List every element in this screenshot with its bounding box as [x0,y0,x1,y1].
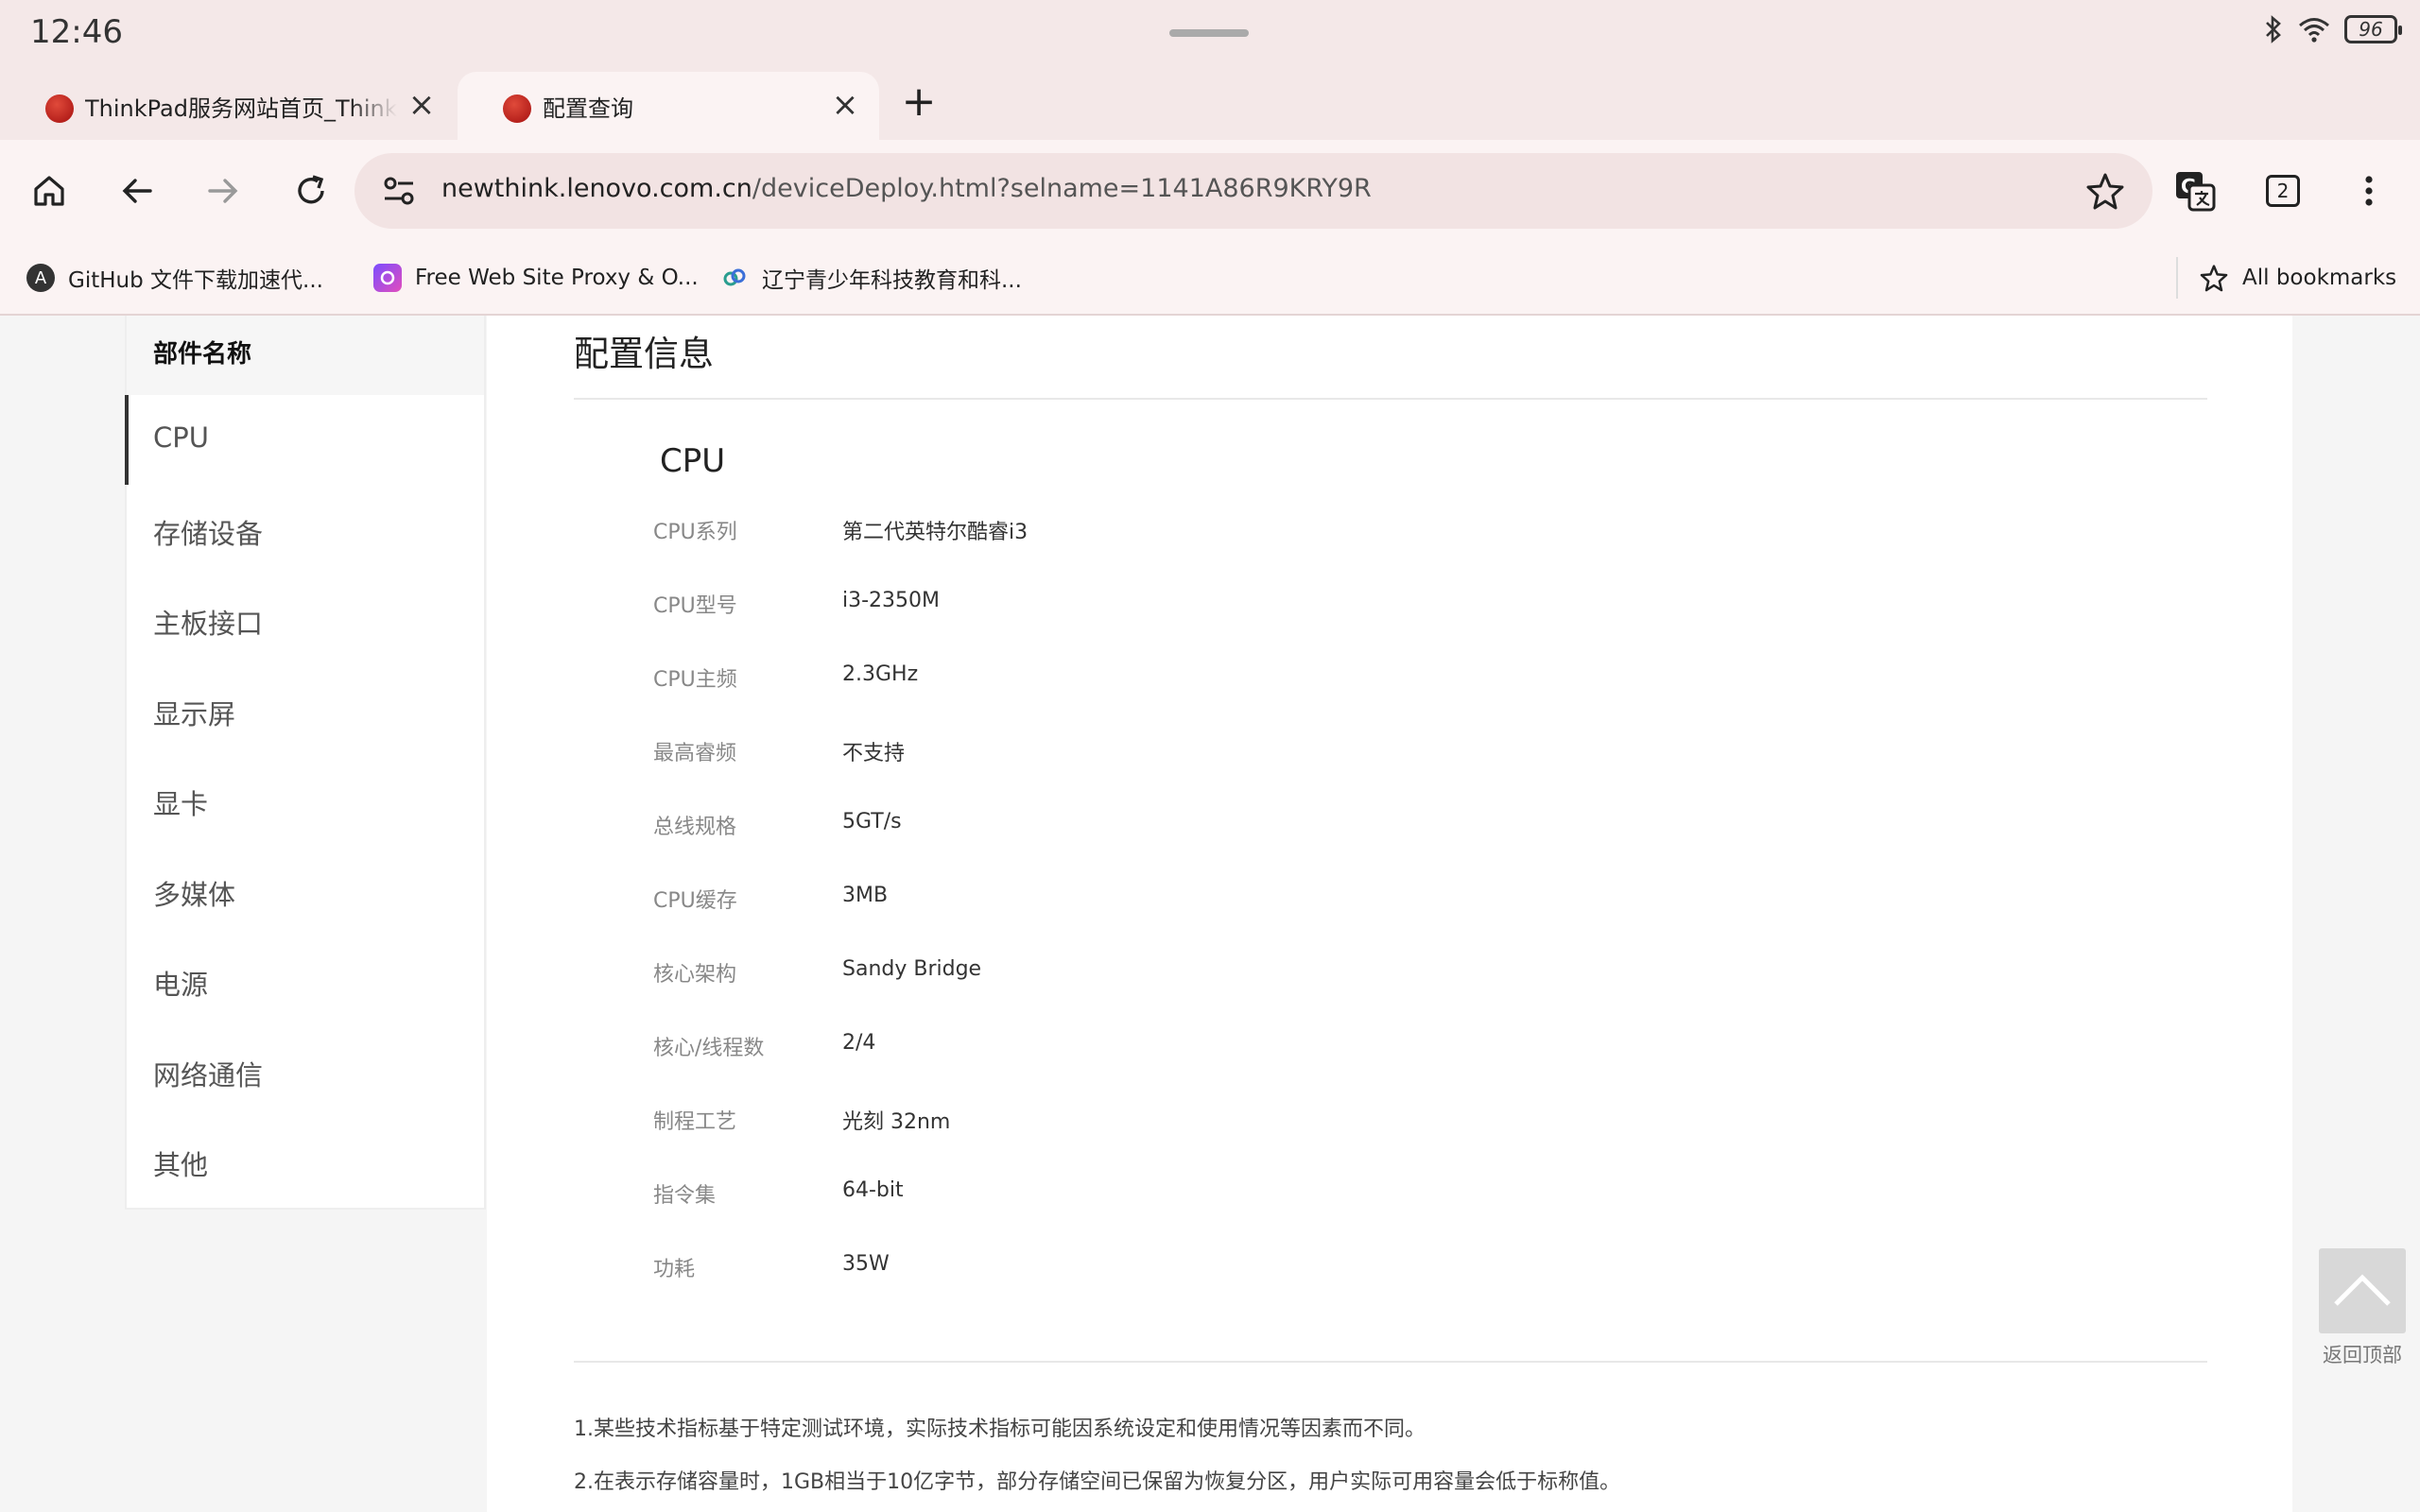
sidebar-item-multimedia[interactable]: 多媒体 [127,847,484,937]
sidebar-item-storage[interactable]: 存储设备 [127,486,484,576]
tab-title: 配置查询 [543,94,633,122]
url-host: newthink.lenovo.com.cn [441,174,752,203]
spec-value: 3MB [842,884,889,907]
battery-level: 96 [2359,18,2383,41]
bookmark-label: Free Web Site Proxy & O... [415,266,699,290]
sidebar-item-power[interactable]: 电源 [127,936,484,1027]
sidebar-item-other[interactable]: 其他 [127,1117,484,1208]
tab-config-query[interactable]: 配置查询 × [458,72,879,140]
sidebar-item-graphics[interactable]: 显卡 [127,756,484,847]
spec-label: 制程工艺 [653,1110,737,1134]
lenovo-favicon-icon [503,94,531,123]
bookmark-label: GitHub 文件下载加速代... [68,268,323,293]
arrow-right-icon [208,179,238,203]
spec-value: 第二代英特尔酷睿i3 [842,521,1028,544]
divider [574,398,2207,400]
spec-value: 光刻 32nm [842,1110,951,1134]
tab-count: 2 [2276,180,2290,202]
config-info-panel: 配置信息 CPU CPU系列 第二代英特尔酷睿i3 CPU型号 i3-2350M C… [487,316,2292,1512]
group-title: CPU [660,442,726,480]
spec-label: CPU主频 [653,668,737,692]
spec-label: CPU系列 [653,521,737,544]
divider [574,1361,2207,1363]
new-tab-button[interactable]: + [898,81,940,125]
footnote: 1.某些技术指标基于特定测试环境，实际技术指标可能因系统设定和使用情况等因素而不… [574,1418,1426,1441]
all-bookmarks-label: All bookmarks [2242,266,2397,290]
browser-toolbar: newthink.lenovo.com.cn/deviceDeploy.html… [0,140,2420,242]
tab-count-icon: 2 [2266,175,2300,207]
bookmarks-divider [2176,257,2178,299]
sidebar-item-network[interactable]: 网络通信 [127,1027,484,1118]
github-accelerator-icon: A [26,264,55,292]
bookmark-github[interactable]: A GitHub 文件下载加速代... [26,259,323,297]
bookmarks-bar: A GitHub 文件下载加速代... Free Web Site Proxy … [0,242,2420,316]
translate-button[interactable]: G [2172,168,2218,214]
home-icon [34,176,64,206]
spec-label: CPU型号 [653,594,737,618]
home-button[interactable] [26,168,72,214]
wifi-icon [2299,18,2329,43]
drag-handle[interactable] [1169,29,1249,37]
bookmark-label: 辽宁青少年科技教育和科... [762,268,1022,293]
address-bar[interactable]: newthink.lenovo.com.cn/deviceDeploy.html… [354,153,2152,229]
status-icons: 96 [2263,15,2402,43]
close-tab-icon[interactable]: × [406,89,437,121]
page-content: 部件名称 CPU 存储设备 主板接口 显示屏 显卡 多媒体 电源 网络通信 其他… [0,316,2420,1512]
bookmark-star-icon[interactable] [2084,170,2126,212]
chevron-up-icon [2334,1274,2391,1306]
section-title: 配置信息 [574,334,714,374]
back-to-top-label: 返回顶部 [2323,1344,2402,1366]
spec-label: CPU缓存 [653,889,737,913]
translate-icon: G [2176,172,2216,212]
forward-button[interactable] [200,168,246,214]
site-settings-icon[interactable] [379,170,421,212]
spec-label: 指令集 [653,1184,717,1208]
footnote: 2.在表示存储容量时，1GB相当于10亿字节，部分存储空间已保留为恢复分区，用户… [574,1470,1621,1494]
spec-label: 核心架构 [653,963,737,987]
spec-value: Sandy Bridge [842,957,982,981]
sidebar-item-display[interactable]: 显示屏 [127,666,484,757]
tab-strip: ThinkPad服务网站首页_ThinkPad服务 × 配置查询 × + [0,68,2420,140]
reload-icon [298,175,324,204]
tab-switcher-button[interactable]: 2 [2260,168,2306,214]
system-status-bar: 12:46 96 [0,0,2420,68]
close-tab-icon[interactable]: × [830,89,860,121]
bookmark-liaoning[interactable]: 辽宁青少年科技教育和科... [720,259,1022,297]
menu-button[interactable] [2346,168,2392,214]
spec-label: 总线规格 [653,816,737,839]
back-to-top-button[interactable] [2319,1248,2406,1333]
bluetooth-icon [2266,15,2281,43]
lenovo-favicon-icon [45,94,74,123]
sidebar-item-motherboard-ports[interactable]: 主板接口 [127,576,484,666]
back-button[interactable] [114,168,160,214]
sidebar-item-cpu[interactable]: CPU [125,395,484,486]
spec-value: 64-bit [842,1178,904,1202]
status-time: 12:46 [30,13,123,51]
reload-button[interactable] [288,168,334,214]
spec-value: 35W [842,1252,890,1276]
spec-value: i3-2350M [842,589,941,612]
proxy-site-icon [373,264,402,292]
tab-title: ThinkPad服务网站首页_ThinkPad服务 [85,94,397,122]
spec-label: 功耗 [653,1258,696,1281]
sidebar-header: 部件名称 [127,316,484,395]
liaoning-site-icon [720,264,749,292]
spec-value: 5GT/s [842,810,902,833]
spec-value: 2.3GHz [842,662,919,686]
url-text[interactable]: newthink.lenovo.com.cn/deviceDeploy.html… [441,174,1372,203]
spec-label: 最高睿频 [653,742,737,765]
spec-value: 2/4 [842,1031,876,1055]
star-outline-icon [2200,265,2228,292]
all-bookmarks-button[interactable]: All bookmarks [2199,259,2396,297]
battery-icon: 96 [2344,15,2402,43]
tab-thinkpad-home[interactable]: ThinkPad服务网站首页_ThinkPad服务 × [0,72,456,140]
url-path: /deviceDeploy.html?selname=1141A86R9KRY9… [752,174,1372,203]
arrow-left-icon [122,179,152,203]
more-vertical-icon [2365,176,2373,206]
spec-value: 不支持 [842,742,906,765]
bookmark-proxy[interactable]: Free Web Site Proxy & O... [373,259,699,297]
spec-label: 核心/线程数 [653,1037,765,1060]
component-sidebar: 部件名称 CPU 存储设备 主板接口 显示屏 显卡 多媒体 电源 网络通信 其他 [125,316,486,1210]
